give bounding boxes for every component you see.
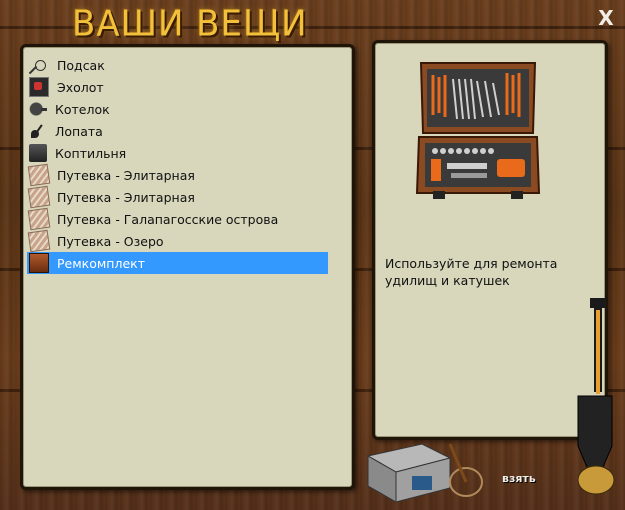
close-button[interactable]: X [596, 8, 616, 28]
list-item-echo-sounder[interactable]: Эхолот [27, 76, 328, 98]
item-description: Используйте для ремонта удилищ и катушек [385, 256, 558, 288]
list-item-voucher-galapagos[interactable]: Путевка - Галапагосские острова [27, 207, 328, 231]
voucher-icon [27, 207, 51, 231]
toolbox-icon [415, 62, 541, 199]
items-list-panel: Подсак Эхолот Котелок Лопата Коптильня П… [20, 44, 355, 490]
take-button[interactable]: взять [502, 472, 536, 485]
item-label: Эхолот [57, 79, 104, 95]
list-item-voucher-elite-2[interactable]: Путевка - Элитарная [27, 185, 328, 209]
smokehouse-icon [29, 144, 47, 162]
repair-kit-icon [29, 253, 49, 273]
echo-sounder-icon [29, 77, 49, 97]
item-label: Ремкомплект [57, 255, 145, 271]
voucher-icon [27, 163, 51, 187]
list-item-smokehouse[interactable]: Коптильня [27, 142, 328, 164]
shovel-icon [577, 298, 615, 495]
voucher-icon [27, 229, 51, 253]
voucher-icon [27, 185, 51, 209]
item-label: Путевка - Элитарная [57, 189, 195, 205]
items-list: Подсак Эхолот Котелок Лопата Коптильня П… [27, 54, 328, 274]
item-label: Подсак [57, 57, 105, 73]
list-item-shovel[interactable]: Лопата [27, 120, 328, 142]
shovel-icon [29, 122, 47, 140]
list-item-voucher-elite-1[interactable]: Путевка - Элитарная [27, 163, 328, 187]
window-title: ВАШИ ВЕЩИ [72, 3, 308, 45]
item-label: Коптильня [55, 145, 127, 161]
list-item-repair-kit[interactable]: Ремкомплект [27, 252, 328, 274]
pot-icon [29, 100, 47, 118]
landing-net-icon [35, 59, 46, 71]
item-label: Путевка - Галапагосские острова [57, 211, 279, 227]
list-item-voucher-lake[interactable]: Путевка - Озеро [27, 229, 328, 253]
list-item-pot[interactable]: Котелок [27, 98, 328, 120]
item-label: Путевка - Озеро [57, 233, 164, 249]
item-label: Путевка - Элитарная [57, 167, 195, 183]
smokehouse-box-icon [366, 443, 483, 503]
item-label: Котелок [55, 101, 110, 117]
list-item-landing-net[interactable]: Подсак [27, 54, 328, 76]
item-label: Лопата [55, 123, 103, 139]
